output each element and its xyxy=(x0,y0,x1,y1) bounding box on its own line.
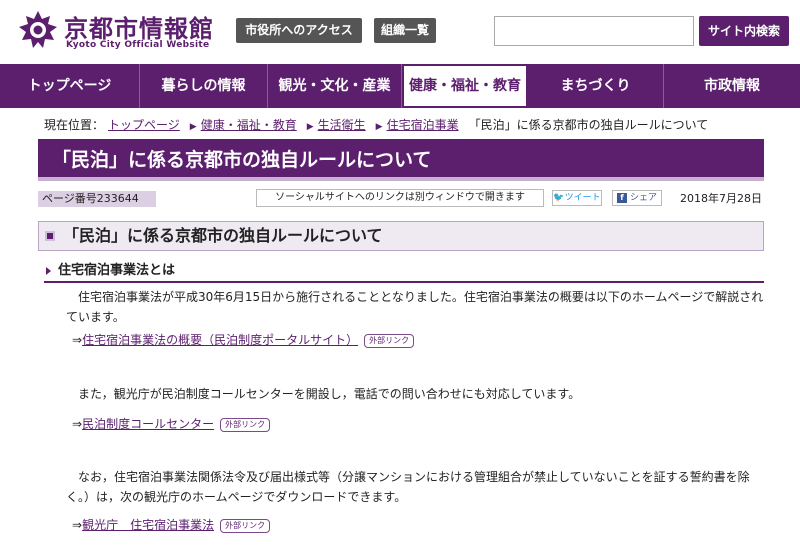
triangle-bullet-icon xyxy=(46,267,51,275)
paragraph-intro: 住宅宿泊事業法が平成30年6月15日から施行されることとなりました。住宅宿泊事業… xyxy=(66,290,764,324)
section-heading: 「民泊」に係る京都市の独自ルールについて xyxy=(38,221,764,251)
breadcrumb-link-lodging[interactable]: 住宅宿泊事業 xyxy=(387,118,459,132)
link-line-2: ⇒民泊制度コールセンター 外部リンク xyxy=(72,415,271,432)
nav-item-health[interactable]: 健康・福祉・教育 xyxy=(402,64,528,108)
external-link-badge: 外部リンク xyxy=(364,334,415,348)
breadcrumb-link-health[interactable]: 健康・福祉・教育 xyxy=(201,118,297,132)
social-link-note: ソーシャルサイトへのリンクは別ウィンドウで開きます xyxy=(256,189,544,207)
section-heading-text: 「民泊」に係る京都市の独自ルールについて xyxy=(63,226,383,245)
link-line-3: ⇒観光庁 住宅宿泊事業法 外部リンク xyxy=(72,516,271,533)
site-title[interactable]: 京都市情報館 xyxy=(64,9,214,44)
nav-item-city-admin[interactable]: 市政情報 xyxy=(664,64,800,108)
breadcrumb-current: 「民泊」に係る京都市の独自ルールについて xyxy=(468,118,709,132)
access-button[interactable]: 市役所へのアクセス xyxy=(236,18,362,43)
site-search-button[interactable]: サイト内検索 xyxy=(699,16,789,46)
page-number: ページ番号233644 xyxy=(38,191,156,207)
tweet-button[interactable]: 🐦ツイート xyxy=(552,190,602,206)
link-tourism-agency[interactable]: 観光庁 住宅宿泊事業法 xyxy=(82,518,214,532)
page-title: 「民泊」に係る京都市の独自ルールについて xyxy=(38,139,764,181)
link-line-1: ⇒住宅宿泊事業法の概要（民泊制度ポータルサイト） 外部リンク xyxy=(72,331,415,348)
arrow-prefix: ⇒ xyxy=(72,417,83,431)
arrow-prefix: ⇒ xyxy=(72,333,83,347)
arrow-prefix: ⇒ xyxy=(72,518,83,532)
square-bullet-icon xyxy=(45,231,55,241)
subheading: 住宅宿泊事業法とは xyxy=(44,261,764,283)
nav-item-town[interactable]: まちづくり xyxy=(528,64,664,108)
facebook-share-button[interactable]: f シェア xyxy=(612,190,662,206)
nav-item-top[interactable]: トップページ xyxy=(0,64,140,108)
paragraph-download: なお，住宅宿泊事業法関係法令及び届出様式等（分譲マンションにおける管理組合が禁止… xyxy=(66,470,750,504)
breadcrumb-link-sanitation[interactable]: 生活衛生 xyxy=(318,118,366,132)
twitter-bird-icon: 🐦 xyxy=(553,193,565,203)
link-call-center[interactable]: 民泊制度コールセンター xyxy=(82,417,214,431)
kyoto-city-emblem-icon[interactable] xyxy=(18,10,58,50)
breadcrumb: 現在位置： トップページ ▶ 健康・福祉・教育 ▶ 生活衛生 ▶ 住宅宿泊事業 「民泊」に係る京… xyxy=(44,116,708,133)
site-header: 京都市情報館 Kyoto City Official Website 市役所への… xyxy=(0,0,800,64)
breadcrumb-link-top[interactable]: トップページ xyxy=(108,118,180,132)
global-navigation: トップページ 暮らしの情報 観光・文化・産業 健康・福祉・教育 まちづくり 市政… xyxy=(0,64,800,108)
nav-item-living[interactable]: 暮らしの情報 xyxy=(140,64,268,108)
chevron-right-icon: ▶ xyxy=(375,122,383,132)
external-link-badge: 外部リンク xyxy=(220,519,271,533)
publish-date: 2018年7月28日 xyxy=(680,192,762,205)
site-subtitle: Kyoto City Official Website xyxy=(66,40,210,50)
nav-item-tourism[interactable]: 観光・文化・産業 xyxy=(268,64,402,108)
tweet-label: ツイート xyxy=(564,193,601,203)
facebook-icon: f xyxy=(616,193,627,203)
search-input[interactable] xyxy=(494,16,694,46)
link-law-overview[interactable]: 住宅宿泊事業法の概要（民泊制度ポータルサイト） xyxy=(82,333,358,347)
breadcrumb-prefix: 現在位置： xyxy=(44,118,105,132)
organization-list-button[interactable]: 組織一覧 xyxy=(374,18,436,43)
subheading-text: 住宅宿泊事業法とは xyxy=(58,263,176,278)
chevron-right-icon: ▶ xyxy=(189,122,197,132)
share-label: シェア xyxy=(629,193,657,203)
paragraph-call-center: また，観光庁が民泊制度コールセンターを開設し，電話での問い合わせにも対応していま… xyxy=(78,387,581,401)
external-link-badge: 外部リンク xyxy=(220,418,271,432)
chevron-right-icon: ▶ xyxy=(306,122,314,132)
